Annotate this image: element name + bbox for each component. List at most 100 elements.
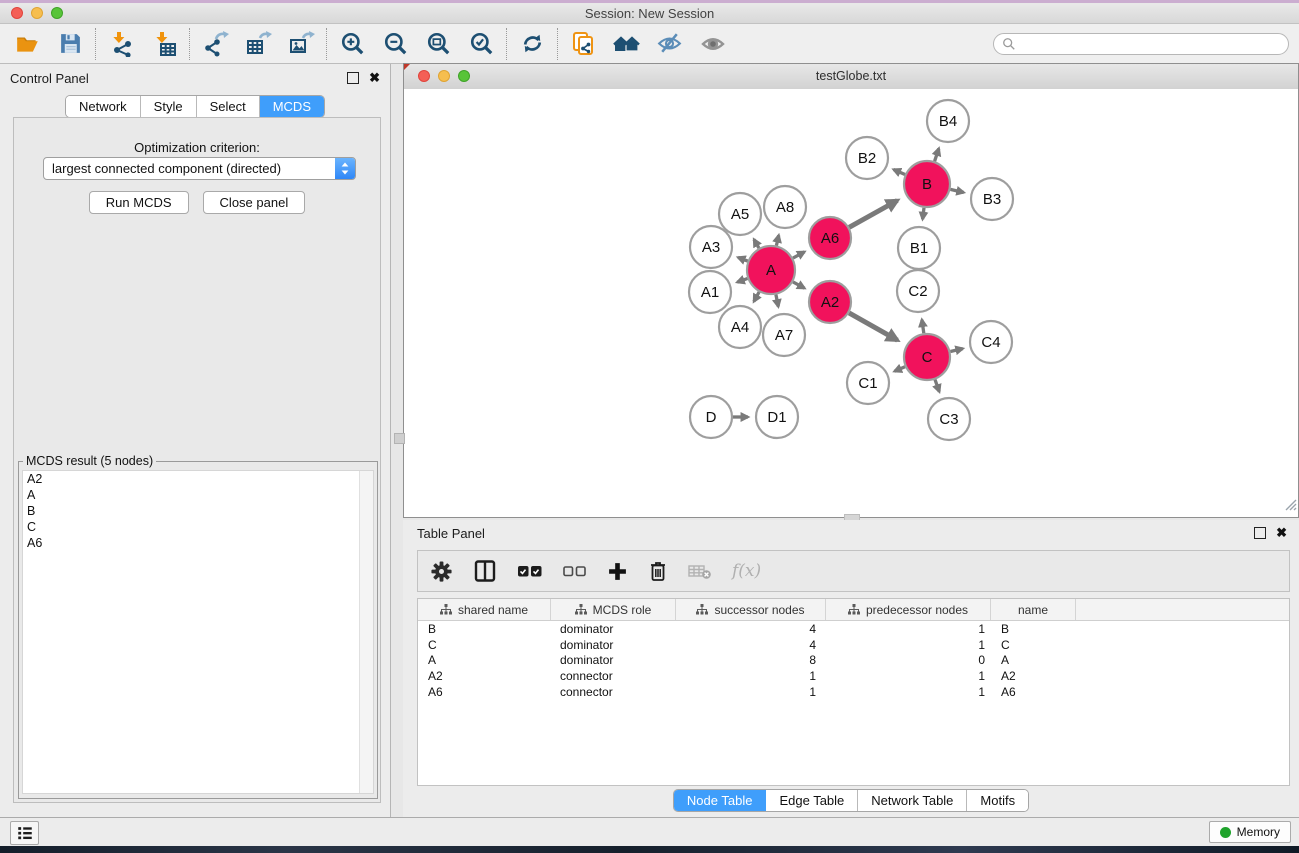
column-header-MCDS-role[interactable]: MCDS role bbox=[551, 599, 676, 620]
run-mcds-button[interactable]: Run MCDS bbox=[89, 191, 189, 214]
mcds-result-list[interactable]: A2ABCA6 bbox=[22, 470, 374, 794]
network-graph[interactable]: B4B2BB3A5A8A6A3B1AA1C2A2A4A7C4CC1DD1C3 bbox=[404, 89, 1298, 517]
close-table-panel-icon[interactable]: ✖ bbox=[1276, 525, 1287, 541]
result-item[interactable]: A2 bbox=[23, 471, 373, 487]
graph-node-D1[interactable]: D1 bbox=[756, 396, 798, 438]
hide-glass-icon[interactable] bbox=[648, 26, 691, 62]
deselect-all-checks-icon[interactable] bbox=[563, 563, 587, 579]
graph-node-D[interactable]: D bbox=[690, 396, 732, 438]
resize-grip[interactable] bbox=[1284, 498, 1297, 516]
table-cell[interactable]: 1 bbox=[676, 669, 826, 683]
ndex-home-icon[interactable] bbox=[605, 26, 648, 62]
result-item[interactable]: A bbox=[23, 487, 373, 503]
table-row[interactable]: A6connector11A6 bbox=[418, 684, 1289, 700]
memory-button[interactable]: Memory bbox=[1209, 821, 1291, 843]
column-header-name[interactable]: name bbox=[991, 599, 1076, 620]
table-cell[interactable]: A bbox=[418, 653, 551, 667]
graph-node-B3[interactable]: B3 bbox=[971, 178, 1013, 220]
table-row[interactable]: Adominator80A bbox=[418, 652, 1289, 668]
table-settings-icon[interactable] bbox=[430, 560, 453, 583]
table-cell[interactable]: 4 bbox=[676, 622, 826, 636]
float-table-panel-icon[interactable] bbox=[1254, 527, 1266, 539]
tab-mcds[interactable]: MCDS bbox=[260, 96, 324, 117]
show-glass-icon[interactable] bbox=[691, 26, 734, 62]
table-row[interactable]: Cdominator41C bbox=[418, 637, 1289, 653]
table-cell[interactable]: dominator bbox=[551, 653, 676, 667]
graph-node-C3[interactable]: C3 bbox=[928, 398, 970, 440]
graph-node-C4[interactable]: C4 bbox=[970, 321, 1012, 363]
save-session-icon[interactable] bbox=[49, 26, 92, 62]
network-window-titlebar[interactable]: testGlobe.txt bbox=[404, 64, 1298, 90]
float-panel-icon[interactable] bbox=[347, 72, 359, 84]
table-cell[interactable]: 4 bbox=[676, 638, 826, 652]
graph-node-C1[interactable]: C1 bbox=[847, 362, 889, 404]
graph-node-A7[interactable]: A7 bbox=[763, 314, 805, 356]
function-builder-icon[interactable]: f(x) bbox=[732, 561, 761, 581]
table-cell[interactable]: B bbox=[418, 622, 551, 636]
table-cell[interactable]: dominator bbox=[551, 622, 676, 636]
graph-node-B1[interactable]: B1 bbox=[898, 227, 940, 269]
graph-node-B4[interactable]: B4 bbox=[927, 100, 969, 142]
open-ndex-icon[interactable] bbox=[562, 26, 605, 62]
table-cell[interactable]: C bbox=[991, 638, 1076, 652]
tab-select[interactable]: Select bbox=[197, 96, 260, 117]
graph-node-A8[interactable]: A8 bbox=[764, 186, 806, 228]
import-table-icon[interactable] bbox=[143, 26, 186, 62]
tab-node-table[interactable]: Node Table bbox=[674, 790, 767, 811]
result-item[interactable]: B bbox=[23, 503, 373, 519]
delete-column-icon[interactable] bbox=[648, 560, 668, 582]
table-cell[interactable]: A2 bbox=[991, 669, 1076, 683]
close-panel-button[interactable]: Close panel bbox=[203, 191, 306, 214]
table-row[interactable]: A2connector11A2 bbox=[418, 668, 1289, 684]
table-cell[interactable]: A bbox=[991, 653, 1076, 667]
table-cell[interactable]: 1 bbox=[826, 622, 991, 636]
tab-style[interactable]: Style bbox=[141, 96, 197, 117]
toolbar-search[interactable] bbox=[993, 33, 1289, 55]
table-row[interactable]: Bdominator41B bbox=[418, 621, 1289, 637]
close-panel-icon[interactable]: ✖ bbox=[369, 70, 380, 86]
graph-node-A4[interactable]: A4 bbox=[719, 306, 761, 348]
graph-node-A3[interactable]: A3 bbox=[690, 226, 732, 268]
graph-node-B2[interactable]: B2 bbox=[846, 137, 888, 179]
node-table[interactable]: shared nameMCDS rolesuccessor nodesprede… bbox=[417, 598, 1290, 786]
tab-network-table[interactable]: Network Table bbox=[858, 790, 967, 811]
column-header-shared-name[interactable]: shared name bbox=[418, 599, 551, 620]
zoom-in-icon[interactable] bbox=[331, 26, 374, 62]
table-cell[interactable]: connector bbox=[551, 685, 676, 699]
table-cell[interactable]: 0 bbox=[826, 653, 991, 667]
result-item[interactable]: A6 bbox=[23, 535, 373, 551]
graph-node-C2[interactable]: C2 bbox=[897, 270, 939, 312]
search-input[interactable] bbox=[1016, 36, 1288, 52]
graph-node-A1[interactable]: A1 bbox=[689, 271, 731, 313]
zoom-fit-icon[interactable] bbox=[417, 26, 460, 62]
tab-edge-table[interactable]: Edge Table bbox=[766, 790, 858, 811]
table-cell[interactable]: B bbox=[991, 622, 1076, 636]
splitter-handle-left[interactable] bbox=[394, 433, 405, 444]
zoom-out-icon[interactable] bbox=[374, 26, 417, 62]
zoom-selected-icon[interactable] bbox=[460, 26, 503, 62]
delete-table-icon[interactable] bbox=[688, 562, 712, 580]
table-cell[interactable]: 1 bbox=[826, 669, 991, 683]
result-item[interactable]: C bbox=[23, 519, 373, 535]
column-header-predecessor-nodes[interactable]: predecessor nodes bbox=[826, 599, 991, 620]
table-cell[interactable]: A2 bbox=[418, 669, 551, 683]
export-image-icon[interactable] bbox=[280, 26, 323, 62]
export-network-icon[interactable] bbox=[194, 26, 237, 62]
table-cell[interactable]: dominator bbox=[551, 638, 676, 652]
table-cell[interactable]: 1 bbox=[676, 685, 826, 699]
network-canvas[interactable]: B4B2BB3A5A8A6A3B1AA1C2A2A4A7C4CC1DD1C3 bbox=[404, 89, 1298, 517]
graph-node-C[interactable]: C bbox=[904, 334, 950, 380]
panel-layout-icon[interactable] bbox=[473, 559, 497, 583]
table-cell[interactable]: 8 bbox=[676, 653, 826, 667]
graph-node-A[interactable]: A bbox=[747, 246, 795, 294]
tab-motifs[interactable]: Motifs bbox=[967, 790, 1028, 811]
table-cell[interactable]: connector bbox=[551, 669, 676, 683]
open-session-icon[interactable] bbox=[6, 26, 49, 62]
table-cell[interactable]: C bbox=[418, 638, 551, 652]
result-scrollbar[interactable] bbox=[359, 471, 373, 793]
graph-node-B[interactable]: B bbox=[904, 161, 950, 207]
table-cell[interactable]: A6 bbox=[991, 685, 1076, 699]
graph-node-A6[interactable]: A6 bbox=[809, 217, 851, 259]
table-cell[interactable]: A6 bbox=[418, 685, 551, 699]
task-history-button[interactable] bbox=[10, 821, 39, 845]
